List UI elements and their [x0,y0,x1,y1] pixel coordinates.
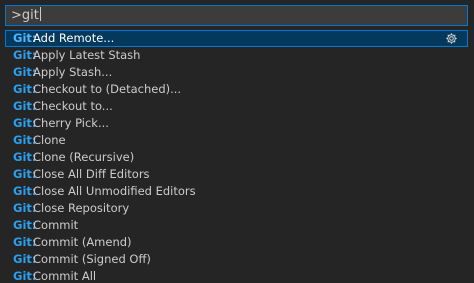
command-item[interactable]: Git: Commit All [5,268,468,283]
gear-icon[interactable] [445,32,458,45]
command-label: Commit (Amend) [33,235,132,249]
command-item[interactable]: Git: Commit (Amend) [5,234,468,251]
command-list: Git: Add Remote... Git: Apply Latest Sta… [5,30,468,283]
command-label: Close All Diff Editors [33,167,150,181]
command-label: Apply Stash... [33,65,113,79]
command-input[interactable]: >git [11,7,41,25]
command-item[interactable]: Git: Clone [5,132,468,149]
command-label: Clone (Recursive) [33,150,135,164]
command-item[interactable]: Git: Cherry Pick... [5,115,468,132]
command-item[interactable]: Git: Commit [5,217,468,234]
command-label: Commit [33,218,79,232]
command-label: Commit All [33,269,97,283]
command-label: Cherry Pick... [33,116,109,130]
text-caret [39,7,41,21]
command-label: Checkout to (Detached)... [33,82,182,96]
command-input-box[interactable]: >git [5,5,468,26]
command-label: Add Remote... [33,31,115,45]
command-item[interactable]: Git: Add Remote... [5,30,468,47]
command-item[interactable]: Git: Close All Diff Editors [5,166,468,183]
command-palette: >git Git: Add Remote... Git: Apply Lates… [0,0,474,283]
command-item[interactable]: Git: Checkout to... [5,98,468,115]
command-item[interactable]: Git: Close All Unmodified Editors [5,183,468,200]
command-label: Clone [33,133,66,147]
command-item[interactable]: Git: Apply Stash... [5,64,468,81]
command-item[interactable]: Git: Apply Latest Stash [5,47,468,64]
command-item[interactable]: Git: Checkout to (Detached)... [5,81,468,98]
command-label: Apply Latest Stash [33,48,141,62]
command-input-value: >git [11,8,39,23]
command-item[interactable]: Git: Clone (Recursive) [5,149,468,166]
command-label: Checkout to... [33,99,113,113]
command-item[interactable]: Git: Commit (Signed Off) [5,251,468,268]
command-label: Commit (Signed Off) [33,252,151,266]
command-item[interactable]: Git: Close Repository [5,200,468,217]
command-label: Close All Unmodified Editors [33,184,196,198]
command-label: Close Repository [33,201,130,215]
